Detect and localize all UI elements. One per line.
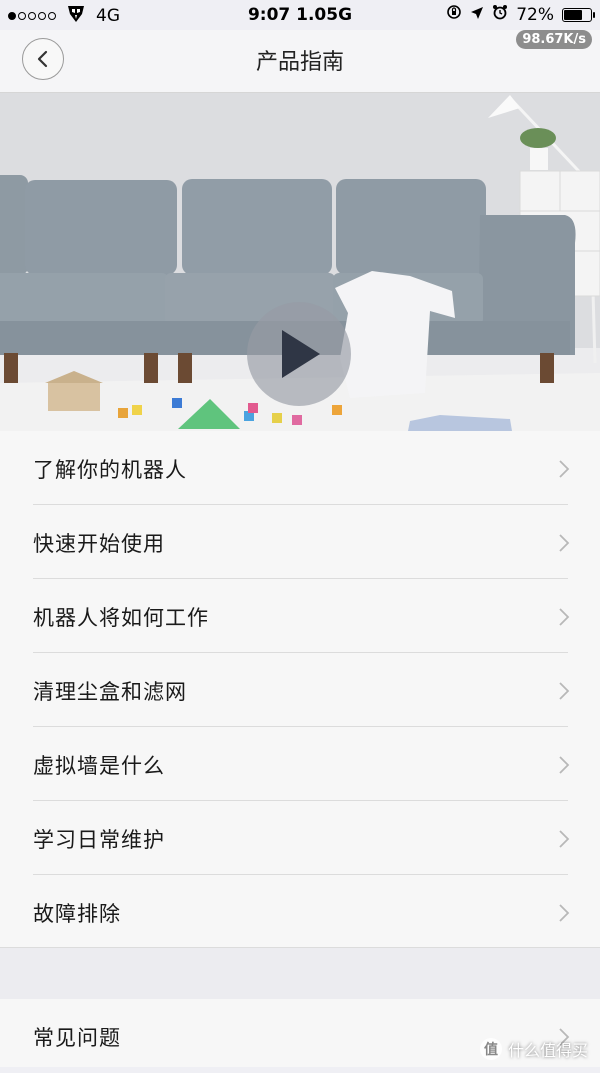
battery-percent: 72% [516, 4, 554, 25]
menu-item-how-robot-works[interactable]: 机器人将如何工作 [0, 579, 600, 653]
menu-item-label: 学习日常维护 [33, 828, 165, 852]
menu-item-label: 虚拟墙是什么 [33, 754, 165, 778]
menu-item-label: 常见问题 [33, 1026, 121, 1050]
menu-item-label: 快速开始使用 [33, 532, 165, 556]
chevron-right-icon [559, 534, 570, 552]
menu-item-faq[interactable]: 常见问题 [0, 999, 600, 1073]
orientation-lock-icon [446, 4, 462, 25]
menu-item-daily-maintenance[interactable]: 学习日常维护 [0, 801, 600, 875]
navigation-bar: 产品指南 98.67K/s [0, 30, 600, 93]
menu-item-virtual-wall[interactable]: 虚拟墙是什么 [0, 727, 600, 801]
status-right: 72% [446, 4, 595, 25]
watermark-logo: 值 [479, 1038, 502, 1060]
product-video-thumbnail[interactable] [0, 93, 600, 431]
faq-list: 常见问题 值 什么值得买 [0, 999, 600, 1067]
guide-menu-list: 了解你的机器人 快速开始使用 机器人将如何工作 清理尘盒和滤网 虚拟墙是什么 学… [0, 431, 600, 949]
menu-item-troubleshooting[interactable]: 故障排除 [0, 875, 600, 949]
chevron-right-icon [559, 460, 570, 478]
chevron-right-icon [559, 608, 570, 626]
menu-item-label: 故障排除 [33, 902, 121, 926]
menu-item-clean-dustbin-filter[interactable]: 清理尘盒和滤网 [0, 653, 600, 727]
status-bar: 4G 9:07 1.05G 72% [0, 0, 600, 30]
battery-level [564, 9, 582, 20]
network-speed-badge: 98.67K/s [516, 30, 592, 49]
alarm-clock-icon [492, 4, 508, 25]
menu-item-know-your-robot[interactable]: 了解你的机器人 [0, 431, 600, 505]
page-title: 产品指南 [255, 50, 344, 75]
location-arrow-icon [470, 5, 484, 25]
watermark-text: 什么值得买 [507, 1041, 588, 1060]
chevron-right-icon [559, 756, 570, 774]
section-separator [0, 947, 600, 1000]
play-button[interactable] [247, 302, 351, 406]
battery-icon [562, 7, 595, 22]
watermark: 值 什么值得买 [479, 1037, 588, 1061]
chevron-right-icon [559, 682, 570, 700]
chevron-right-icon [559, 830, 570, 848]
menu-item-quick-start[interactable]: 快速开始使用 [0, 505, 600, 579]
play-icon [282, 330, 320, 378]
menu-item-label: 了解你的机器人 [33, 458, 187, 482]
menu-item-label: 机器人将如何工作 [33, 606, 209, 630]
chevron-right-icon [559, 904, 570, 922]
menu-item-label: 清理尘盒和滤网 [33, 680, 187, 704]
